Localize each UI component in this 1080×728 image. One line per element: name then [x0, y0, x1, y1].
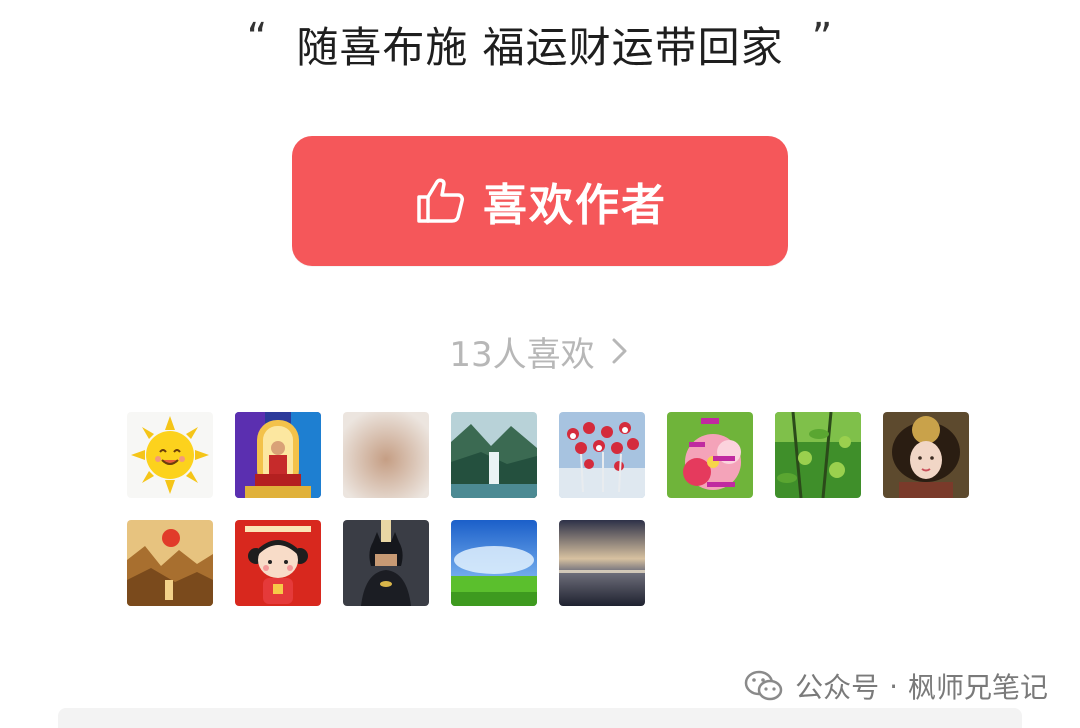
quote-text: 随喜布施 福运财运带回家 [296, 23, 784, 72]
avatar-cartoon-girl[interactable] [235, 520, 321, 606]
avatar-sun[interactable] [127, 412, 213, 498]
avatar-flowers[interactable] [559, 412, 645, 498]
close-quote-mark: ” [811, 15, 834, 61]
account-type-label: 公众号 [795, 671, 880, 704]
article-quote: “ 随喜布施 福运财运带回家 ” [0, 18, 1080, 78]
separator-dot: · [889, 669, 898, 703]
like-author-button[interactable]: 喜欢作者 [292, 136, 788, 266]
open-quote-mark: “ [246, 15, 269, 61]
avatar-ancient-lady[interactable] [883, 412, 969, 498]
account-footer: 公众号 · 枫师兄笔记 [743, 666, 1048, 706]
chevron-right-icon [612, 338, 627, 364]
avatar-sunset-mountains[interactable] [127, 520, 213, 606]
avatar-blurred[interactable] [343, 412, 429, 498]
avatar-sky-meadow[interactable] [451, 520, 537, 606]
account-name[interactable]: 枫师兄笔记 [908, 666, 1048, 706]
avatar-batman[interactable] [343, 520, 429, 606]
thumbs-up-icon [413, 173, 469, 229]
avatar-greeting-card[interactable] [667, 412, 753, 498]
like-author-label: 喜欢作者 [483, 180, 667, 231]
wechat-icon [744, 670, 783, 701]
avatar-dusk-beach[interactable] [559, 520, 645, 606]
avatar-waterfall[interactable] [451, 412, 537, 498]
bottom-panel-edge [58, 708, 1022, 728]
likes-count-link[interactable]: 13人喜欢 [0, 328, 1080, 375]
avatar-green-fruit[interactable] [775, 412, 861, 498]
avatar-fantasy-man[interactable] [235, 412, 321, 498]
likes-count-text: 13人喜欢 [449, 334, 595, 375]
